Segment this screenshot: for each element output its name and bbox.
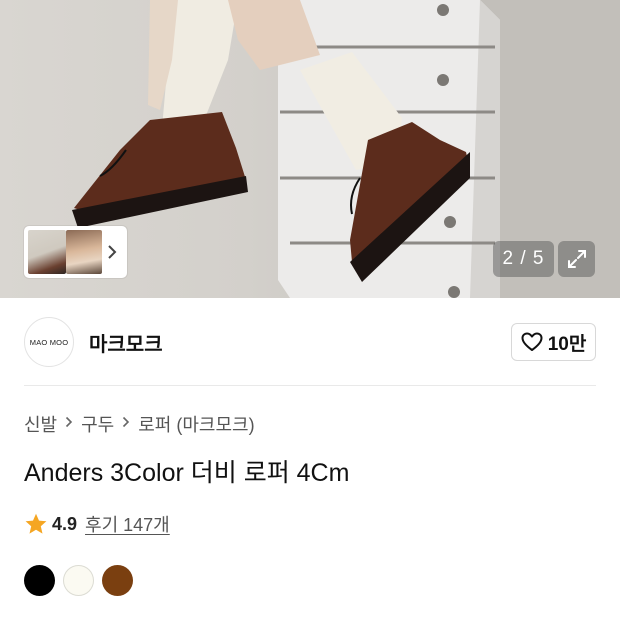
- chevron-right-icon: [65, 415, 73, 433]
- brand-logo[interactable]: MAO MOO: [24, 317, 74, 367]
- thumbnail-strip[interactable]: [24, 226, 127, 278]
- thumbnail-2[interactable]: [66, 230, 102, 274]
- color-swatches: [24, 565, 133, 596]
- heart-outline-icon: [521, 332, 543, 351]
- review-link[interactable]: 후기 147개: [85, 511, 170, 537]
- like-button[interactable]: 10만: [511, 323, 596, 361]
- rating-row: 4.9 후기 147개: [24, 511, 170, 537]
- breadcrumb-item-dress-shoes[interactable]: 구두: [81, 411, 114, 437]
- chevron-right-icon[interactable]: [102, 230, 122, 274]
- breadcrumb-item-shoes[interactable]: 신발: [24, 411, 57, 437]
- like-count: 10만: [547, 333, 587, 355]
- product-title: Anders 3Color 더비 로퍼 4Cm: [24, 459, 350, 487]
- expand-button[interactable]: [558, 241, 595, 277]
- breadcrumb-item-loafer[interactable]: 로퍼 (마크모크): [138, 411, 254, 437]
- brand-row: MAO MOO 마크모크 10만: [24, 316, 596, 368]
- thumbnail-1[interactable]: [28, 230, 66, 274]
- divider: [24, 385, 596, 386]
- chevron-right-icon: [122, 415, 130, 433]
- breadcrumb: 신발 구두 로퍼 (마크모크): [24, 411, 255, 437]
- expand-icon: [567, 250, 586, 268]
- color-swatch-brown[interactable]: [102, 565, 133, 596]
- color-swatch-black[interactable]: [24, 565, 55, 596]
- image-counter: 2 / 5: [493, 241, 554, 277]
- rating-value: 4.9: [52, 513, 78, 534]
- product-image-gallery[interactable]: 2 / 5: [0, 0, 620, 298]
- star-icon: [25, 513, 47, 534]
- brand-name[interactable]: 마크모크: [89, 328, 511, 357]
- color-swatch-ivory[interactable]: [63, 565, 94, 596]
